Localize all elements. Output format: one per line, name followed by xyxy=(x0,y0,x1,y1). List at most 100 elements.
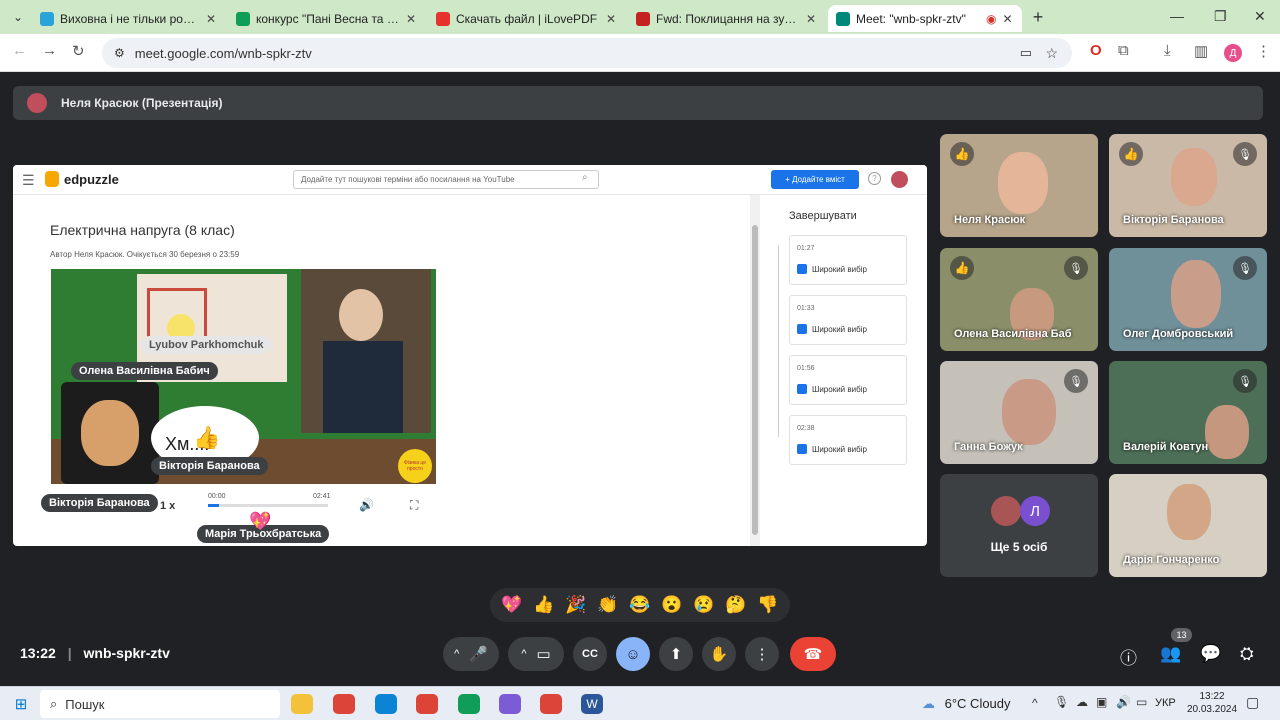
party-reaction-button[interactable]: 🎉 xyxy=(565,595,586,615)
laugh-reaction-button[interactable]: 😂 xyxy=(629,595,650,615)
tab-4[interactable]: Fwd: Поклицання на зустріч - ✕ xyxy=(628,5,824,32)
sidebar-icon[interactable]: ▥ xyxy=(1194,42,1208,60)
profile-avatar[interactable]: Д xyxy=(1224,44,1242,62)
chrome-icon[interactable] xyxy=(540,694,562,714)
participant-tile[interactable]: 🎙 Валерій Ковтун xyxy=(1109,361,1267,464)
question-item[interactable]: 01:56 Широкий вибір xyxy=(789,355,907,405)
question-item[interactable]: 02:38 Широкий вибір xyxy=(789,415,907,465)
participant-tile[interactable]: 🎙 Ганна Божук xyxy=(940,361,1098,464)
close-window-icon[interactable]: ✕ xyxy=(1254,8,1266,25)
search-input[interactable]: Додайте тут пошукові терміни або посилан… xyxy=(293,170,599,189)
minimize-icon[interactable]: — xyxy=(1170,8,1184,24)
question-icon xyxy=(797,384,807,394)
reload-icon[interactable]: ↻ xyxy=(72,42,85,60)
clock[interactable]: 13:22 20.03.2024 xyxy=(1184,690,1240,716)
weather-widget[interactable]: ☁ 6°C Cloudy xyxy=(922,696,1011,712)
file-explorer-icon[interactable] xyxy=(291,694,313,714)
participant-tile[interactable]: 👍 🎙 Олена Василівна Баб xyxy=(940,248,1098,351)
tray-battery-icon[interactable]: ▭ xyxy=(1136,695,1147,709)
scrollbar[interactable] xyxy=(750,195,760,546)
tab-search-icon[interactable]: ⌄ xyxy=(6,6,30,28)
chat-icon[interactable]: 💬 xyxy=(1200,644,1221,664)
info-icon[interactable]: ⓘ xyxy=(1120,644,1137,669)
url-input[interactable]: ⚙ meet.google.com/wnb-spkr-ztv ▭ ☆ xyxy=(102,38,1072,68)
leave-call-button[interactable]: ☎ xyxy=(790,637,836,671)
back-icon[interactable]: ← xyxy=(12,42,27,59)
tab-meet[interactable]: Meet: "wnb-spkr-ztv" ◉ ✕ xyxy=(828,5,1022,32)
bookmark-star-icon[interactable]: ☆ xyxy=(1045,45,1058,62)
close-icon[interactable]: ✕ xyxy=(1002,12,1012,26)
add-content-button[interactable]: + Додайте вміст xyxy=(771,170,859,189)
question-item[interactable]: 01:27 Широкий вибір xyxy=(789,235,907,285)
captions-button[interactable]: CC xyxy=(573,637,607,671)
camera-icon[interactable]: ▭ xyxy=(1020,45,1032,61)
extensions-icon[interactable]: ⧉ xyxy=(1118,42,1129,59)
site-info-icon[interactable]: ⚙ xyxy=(114,46,125,60)
notifications-icon[interactable]: ▢ xyxy=(1246,694,1259,711)
present-button[interactable]: ⬆ xyxy=(659,637,693,671)
thumbs-up-reaction-button[interactable]: 👍 xyxy=(533,595,554,615)
new-tab-button[interactable]: + xyxy=(1026,6,1050,28)
chrome-icon[interactable] xyxy=(416,694,438,714)
more-participants-tile[interactable]: Л Ще 5 осіб xyxy=(940,474,1098,577)
participant-tile[interactable]: Дарія Гончаренко xyxy=(1109,474,1267,577)
chevron-up-icon[interactable]: ^ xyxy=(454,648,459,660)
hang-up-icon: ☎ xyxy=(803,646,823,663)
search-icon[interactable]: ⌕ xyxy=(582,172,588,183)
help-icon[interactable]: ? xyxy=(868,172,881,185)
chrome-icon[interactable] xyxy=(458,694,480,714)
heart-reaction-button[interactable]: 💖 xyxy=(501,595,522,615)
mic-button[interactable]: ^ 🎤 xyxy=(443,637,499,671)
chevron-up-icon[interactable]: ^ xyxy=(521,648,526,660)
sad-reaction-button[interactable]: 😢 xyxy=(693,595,714,615)
more-options-button[interactable]: ⋮ xyxy=(745,637,779,671)
chrome-icon[interactable] xyxy=(333,694,355,714)
language-indicator[interactable]: УКР xyxy=(1155,697,1176,709)
thumbs-down-reaction-button[interactable]: 👎 xyxy=(757,595,778,615)
taskbar-search-input[interactable]: ⌕ Пошук xyxy=(40,690,280,718)
participant-tile[interactable]: 👍 Неля Красюк xyxy=(940,134,1098,237)
emoji-button[interactable]: ☺ xyxy=(616,637,650,671)
opera-icon[interactable]: O xyxy=(1090,42,1102,59)
close-icon[interactable]: ✕ xyxy=(406,12,416,26)
tray-onedrive-icon[interactable]: ☁ xyxy=(1076,695,1088,709)
surprised-reaction-button[interactable]: 😮 xyxy=(661,595,682,615)
speed-button[interactable]: 1 х xyxy=(160,500,175,512)
people-icon[interactable]: 👥 xyxy=(1160,644,1181,664)
reaction-name-label: Вікторія Баранова xyxy=(151,457,268,475)
tab-2[interactable]: конкурс "Пані Весна та Пан Ве✕ xyxy=(228,5,424,32)
tab-3[interactable]: Скачать файл | iLovePDF ✕ xyxy=(428,5,624,32)
windows-start-icon[interactable]: ⊞ xyxy=(10,694,32,714)
clap-reaction-button[interactable]: 👏 xyxy=(597,595,618,615)
menu-dots-icon[interactable]: ⋮ xyxy=(1256,42,1271,60)
activities-icon[interactable]: ⛭ xyxy=(1240,644,1254,664)
maximize-icon[interactable]: ❐ xyxy=(1214,8,1227,25)
tray-mic-icon[interactable]: 🎙 xyxy=(1054,695,1069,709)
question-item[interactable]: 01:33 Широкий вибір xyxy=(789,295,907,345)
tray-network-icon[interactable]: ▣ xyxy=(1096,695,1107,709)
search-icon: ⌕ xyxy=(50,696,58,711)
fullscreen-icon[interactable]: ⛶ xyxy=(410,498,418,513)
participant-tile[interactable]: 🎙 Олег Домбровський xyxy=(1109,248,1267,351)
participant-tile[interactable]: 👍 🎙 Вікторія Баранова xyxy=(1109,134,1267,237)
tab-1[interactable]: Виховна і не тільки робота 👧✕ xyxy=(32,5,224,32)
tray-volume-icon[interactable]: 🔊 xyxy=(1116,695,1131,709)
raise-hand-button[interactable]: ✋ xyxy=(702,637,736,671)
volume-icon[interactable]: 🔊 xyxy=(359,498,374,512)
viber-icon[interactable] xyxy=(499,694,521,714)
edge-icon[interactable] xyxy=(375,694,397,714)
camera-button[interactable]: ^ ▭ xyxy=(508,637,564,671)
close-icon[interactable]: ✕ xyxy=(206,12,216,26)
close-icon[interactable]: ✕ xyxy=(806,12,816,26)
tray-chevron-icon[interactable]: ^ xyxy=(1032,696,1038,710)
progress-track[interactable] xyxy=(208,504,328,507)
download-icon[interactable]: ⤓ xyxy=(1164,42,1171,59)
scrollbar-thumb[interactable] xyxy=(752,225,758,535)
thinking-reaction-button[interactable]: 🤔 xyxy=(725,595,746,615)
hamburger-icon[interactable]: ☰ xyxy=(22,172,35,189)
total-time: 02:41 xyxy=(313,493,331,500)
close-icon[interactable]: ✕ xyxy=(606,12,616,26)
forward-icon[interactable]: → xyxy=(42,42,57,59)
avatar[interactable] xyxy=(891,171,908,188)
word-icon[interactable]: W xyxy=(581,694,603,714)
